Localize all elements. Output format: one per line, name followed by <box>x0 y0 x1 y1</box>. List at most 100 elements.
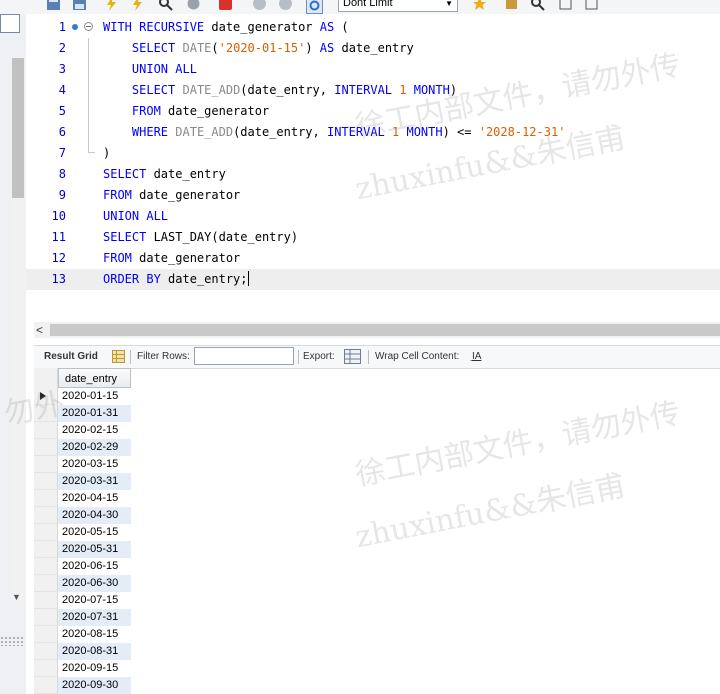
table-row[interactable]: 2020-02-29 <box>34 439 131 456</box>
table-row[interactable]: 2020-02-15 <box>34 422 131 439</box>
toggle-icon[interactable] <box>218 0 233 11</box>
date-entry-cell[interactable]: 2020-08-31 <box>58 643 131 660</box>
wrap-icon[interactable] <box>584 0 599 11</box>
date-entry-cell[interactable]: 2020-03-31 <box>58 473 131 490</box>
date-entry-cell[interactable]: 2020-04-15 <box>58 490 131 507</box>
date-entry-cell[interactable]: 2020-02-29 <box>58 439 131 456</box>
code-line-11: 11 SELECT LAST_DAY(date_entry) <box>26 227 720 248</box>
date-entry-cell[interactable]: 2020-06-30 <box>58 575 131 592</box>
save-icon[interactable] <box>46 0 61 11</box>
row-header[interactable] <box>34 388 58 405</box>
editor-horizontal-scrollbar[interactable]: < <box>34 322 720 338</box>
current-row-pointer-icon <box>40 392 46 400</box>
filter-rows-input[interactable] <box>194 347 294 365</box>
magnifier-icon[interactable] <box>530 0 545 11</box>
result-toolbar: Result Grid Filter Rows: Export: Wrap Ce… <box>34 345 720 369</box>
row-header[interactable] <box>34 677 58 694</box>
table-row[interactable]: 2020-07-31 <box>34 609 131 626</box>
column-header[interactable]: date_entry <box>58 368 131 388</box>
limit-rows-select[interactable]: Dont Limit ▼ <box>338 0 458 12</box>
table-row[interactable]: 2020-03-15 <box>34 456 131 473</box>
code-line-6: 6 WHERE DATE_ADD(date_entry, INTERVAL 1 … <box>26 122 720 143</box>
stop-icon[interactable] <box>186 0 201 11</box>
line-number: 10 <box>51 209 66 223</box>
date-entry-cell[interactable]: 2020-01-31 <box>58 405 131 422</box>
navigator-scroll-thumb[interactable] <box>12 58 24 198</box>
code-text: WITH RECURSIVE date_generator AS ( <box>103 20 349 34</box>
date-entry-cell[interactable]: 2020-05-15 <box>58 524 131 541</box>
row-header[interactable] <box>34 541 58 558</box>
row-header[interactable] <box>34 609 58 626</box>
date-entry-cell[interactable]: 2020-03-15 <box>58 456 131 473</box>
lightning-icon[interactable] <box>104 0 119 11</box>
code-line-4: 4 SELECT DATE_ADD(date_entry, INTERVAL 1… <box>26 80 720 101</box>
line-number: 8 <box>58 167 66 181</box>
line-number: 3 <box>58 62 66 76</box>
resize-handle[interactable] <box>0 636 24 646</box>
date-entry-cell[interactable]: 2020-09-30 <box>58 677 131 694</box>
editor-scroll-thumb[interactable] <box>50 324 720 336</box>
row-header[interactable] <box>34 473 58 490</box>
table-row[interactable]: 2020-01-31 <box>34 405 131 422</box>
table-row[interactable]: 2020-08-31 <box>34 643 131 660</box>
row-header[interactable] <box>34 626 58 643</box>
books-icon[interactable] <box>504 0 519 11</box>
table-row[interactable]: 2020-04-30 <box>34 507 131 524</box>
star-icon[interactable] <box>472 0 487 11</box>
format-icon[interactable] <box>558 0 573 11</box>
code-text: SELECT LAST_DAY(date_entry) <box>103 230 299 244</box>
code-text: SELECT date_entry <box>103 167 226 181</box>
lightning-cursor-icon[interactable] <box>130 0 145 11</box>
x-icon[interactable] <box>278 0 293 11</box>
grid-icon[interactable] <box>112 350 125 363</box>
row-header[interactable] <box>34 422 58 439</box>
chevron-left-icon[interactable]: < <box>36 323 43 337</box>
wrap-toggle-icon[interactable]: I̲A <box>472 346 481 368</box>
code-line-9: 9 FROM date_generator <box>26 185 720 206</box>
date-entry-cell[interactable]: 2020-01-15 <box>58 388 131 405</box>
row-header[interactable] <box>34 456 58 473</box>
table-row[interactable]: 2020-07-15 <box>34 592 131 609</box>
line-number: 12 <box>51 251 66 265</box>
table-row[interactable]: 2020-01-15 <box>34 388 131 405</box>
table-row[interactable]: 2020-06-15 <box>34 558 131 575</box>
check-icon[interactable] <box>252 0 267 11</box>
date-entry-cell[interactable]: 2020-05-31 <box>58 541 131 558</box>
row-header[interactable] <box>34 592 58 609</box>
code-line-7: 7 ) <box>26 143 720 164</box>
navigator-search-input[interactable] <box>0 14 20 33</box>
row-header[interactable] <box>34 524 58 541</box>
table-row[interactable]: 2020-09-15 <box>34 660 131 677</box>
row-header[interactable] <box>34 558 58 575</box>
search-icon[interactable] <box>158 0 173 11</box>
date-entry-cell[interactable]: 2020-07-15 <box>58 592 131 609</box>
code-line-1: 1 WITH RECURSIVE date_generator AS ( <box>26 17 720 38</box>
date-entry-cell[interactable]: 2020-02-15 <box>58 422 131 439</box>
date-entry-cell[interactable]: 2020-07-31 <box>58 609 131 626</box>
chevron-down-icon[interactable]: ▼ <box>12 592 21 602</box>
result-grid-tab[interactable]: Result Grid <box>44 346 98 368</box>
date-entry-cell[interactable]: 2020-09-15 <box>58 660 131 677</box>
table-row[interactable]: 2020-04-15 <box>34 490 131 507</box>
row-header[interactable] <box>34 405 58 422</box>
table-row[interactable]: 2020-06-30 <box>34 575 131 592</box>
watermark-line1: 徐工内部文件，请勿外传 <box>352 395 684 494</box>
row-header[interactable] <box>34 660 58 677</box>
table-row[interactable]: 2020-08-15 <box>34 626 131 643</box>
fold-toggle-icon[interactable] <box>84 22 93 31</box>
date-entry-cell[interactable]: 2020-06-15 <box>58 558 131 575</box>
export-icon[interactable] <box>344 349 361 364</box>
table-row[interactable]: 2020-09-30 <box>34 677 131 694</box>
save-script-icon[interactable] <box>72 0 87 11</box>
row-header[interactable] <box>34 643 58 660</box>
row-header[interactable] <box>34 490 58 507</box>
date-entry-cell[interactable]: 2020-08-15 <box>58 626 131 643</box>
row-header[interactable] <box>34 575 58 592</box>
row-header[interactable] <box>34 507 58 524</box>
refresh-icon[interactable] <box>306 0 323 14</box>
table-row[interactable]: 2020-05-15 <box>34 524 131 541</box>
table-row[interactable]: 2020-03-31 <box>34 473 131 490</box>
row-header[interactable] <box>34 439 58 456</box>
date-entry-cell[interactable]: 2020-04-30 <box>58 507 131 524</box>
table-row[interactable]: 2020-05-31 <box>34 541 131 558</box>
